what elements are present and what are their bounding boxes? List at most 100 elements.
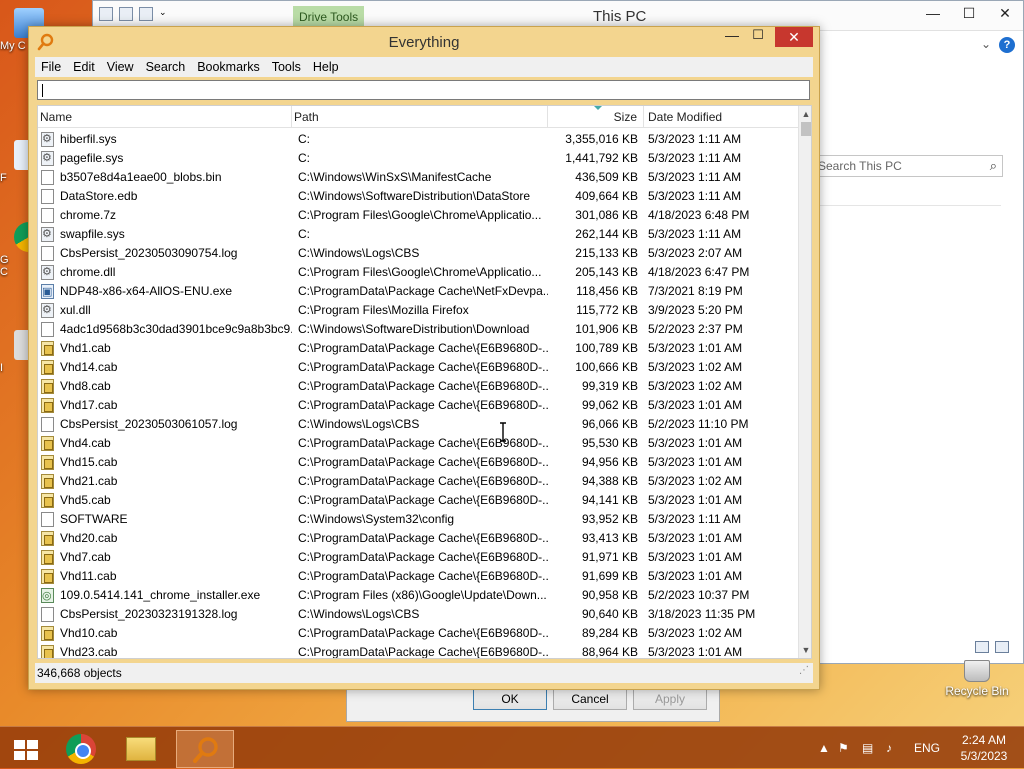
minimize-button[interactable]: — (719, 27, 745, 47)
taskbar-everything-button[interactable] (176, 730, 234, 768)
file-path-cell: C: (298, 151, 310, 165)
file-path-cell: C:\Windows\System32\config (298, 512, 455, 526)
apply-button[interactable]: Apply (633, 689, 707, 710)
table-row[interactable]: Vhd5.cab C:\ProgramData\Package Cache\{E6… (38, 491, 798, 510)
desktop-icon-label: G (0, 254, 9, 266)
large-icons-view-icon[interactable] (995, 641, 1009, 653)
clock-date[interactable]: 5/3/2023 (954, 749, 1014, 763)
file-name-cell: Vhd1.cab (60, 341, 111, 355)
date-modified-cell: 5/3/2023 1:02 AM (648, 626, 743, 640)
file-size-cell: 94,388 KB (581, 474, 638, 488)
properties-icon[interactable] (99, 7, 113, 21)
desktop-icon-recycle-bin[interactable]: Recycle Bin (942, 660, 1012, 698)
table-row[interactable]: Vhd1.cab C:\ProgramData\Package Cache\{E6… (38, 339, 798, 358)
chevron-down-icon[interactable]: ⌄ (981, 37, 991, 57)
file-size-cell: 215,133 KB (575, 246, 638, 260)
file-icon (41, 607, 54, 622)
chevron-down-icon[interactable]: ⌄ (159, 7, 173, 21)
table-row[interactable]: SOFTWARE C:\Windows\System32\config 93,952… (38, 510, 798, 529)
volume-icon[interactable]: ♪ (886, 741, 892, 755)
menu-tools[interactable]: Tools (266, 60, 307, 74)
table-row[interactable]: Vhd10.cab C:\ProgramData\Package Cache\{E… (38, 624, 798, 643)
table-row[interactable]: Vhd11.cab C:\ProgramData\Package Cache\{E… (38, 567, 798, 586)
date-modified-cell: 3/9/2023 5:20 PM (648, 303, 743, 317)
file-path-cell: C:\ProgramData\Package Cache\{E6B9680D-.… (298, 474, 548, 488)
table-row[interactable]: pagefile.sys C: 1,441,792 KB 5/3/2023 1:11 … (38, 149, 798, 168)
file-explorer-icon (126, 737, 156, 761)
taskbar-file-explorer-button[interactable] (112, 730, 170, 768)
table-row[interactable]: xul.dll C:\Program Files\Mozilla Firefox 1… (38, 301, 798, 320)
column-header-date-modified[interactable]: Date Modified (648, 106, 798, 128)
date-modified-cell: 5/2/2023 2:37 PM (648, 322, 743, 336)
new-folder-icon[interactable] (139, 7, 153, 21)
file-size-cell: 99,319 KB (581, 379, 638, 393)
column-header-path[interactable]: Path (294, 106, 548, 128)
file-size-cell: 99,062 KB (581, 398, 638, 412)
scroll-down-icon[interactable]: ▼ (799, 642, 811, 658)
date-modified-cell: 5/3/2023 1:11 AM (648, 227, 742, 241)
menu-file[interactable]: File (35, 60, 67, 74)
language-indicator[interactable]: ENG (914, 741, 940, 755)
checkbox-icon[interactable] (119, 7, 133, 21)
table-row[interactable]: DataStore.edb C:\Windows\SoftwareDistribu… (38, 187, 798, 206)
file-size-cell: 91,699 KB (581, 569, 638, 583)
clock-time[interactable]: 2:24 AM (954, 733, 1014, 747)
table-row[interactable]: Vhd14.cab C:\ProgramData\Package Cache\{E… (38, 358, 798, 377)
menu-bookmarks[interactable]: Bookmarks (191, 60, 266, 74)
menu-search[interactable]: Search (140, 60, 192, 74)
table-row[interactable]: NDP48-x86-x64-AllOS-ENU.exe C:\ProgramDat… (38, 282, 798, 302)
date-modified-cell: 5/3/2023 1:02 AM (648, 474, 743, 488)
table-row[interactable]: Vhd17.cab C:\ProgramData\Package Cache\{E… (38, 396, 798, 415)
close-button[interactable]: ✕ (775, 27, 813, 47)
help-icon[interactable]: ? (999, 37, 1015, 53)
scrollbar-thumb[interactable] (801, 122, 811, 136)
action-center-icon[interactable]: ⚑ (838, 741, 849, 755)
column-header-name[interactable]: Name (40, 106, 292, 128)
file-size-cell: 93,952 KB (581, 512, 638, 526)
file-path-cell: C:\Windows\Logs\CBS (298, 607, 420, 621)
maximize-button[interactable]: ☐ (745, 27, 771, 47)
start-button[interactable] (4, 730, 44, 768)
table-row[interactable]: CbsPersist_20230503090754.log C:\Windows\… (38, 244, 798, 263)
search-input[interactable]: Search This PC ⌕ (811, 155, 1003, 177)
search-input[interactable] (37, 80, 810, 100)
date-modified-cell: 4/18/2023 6:48 PM (648, 208, 750, 222)
table-row[interactable]: Vhd23.cab C:\ProgramData\Package Cache\{E… (38, 643, 798, 658)
maximize-button[interactable]: ☐ (951, 1, 987, 25)
table-row[interactable]: chrome.7z C:\Program Files\Google\Chrome\… (38, 206, 798, 225)
table-row[interactable]: swapfile.sys C: 262,144 KB 5/3/2023 1:11 AM (38, 225, 798, 244)
menu-edit[interactable]: Edit (67, 60, 101, 74)
cancel-button[interactable]: Cancel (553, 689, 627, 710)
table-row[interactable]: CbsPersist_20230323191328.log C:\Windows\… (38, 605, 798, 624)
scroll-up-icon[interactable]: ▲ (799, 106, 811, 122)
table-row[interactable]: 4adc1d9568b3c30dad3901bce9c9a8b3bc9... C:… (38, 320, 798, 339)
results-rows: hiberfil.sys C: 3,355,016 KB 5/3/2023 1:11 … (38, 130, 798, 658)
table-row[interactable]: Vhd8.cab C:\ProgramData\Package Cache\{E6… (38, 377, 798, 396)
details-view-icon[interactable] (975, 641, 989, 653)
table-row[interactable]: hiberfil.sys C: 3,355,016 KB 5/3/2023 1:11 … (38, 130, 798, 149)
table-row[interactable]: chrome.dll C:\Program Files\Google\Chrome… (38, 263, 798, 282)
table-row[interactable]: Vhd7.cab C:\ProgramData\Package Cache\{E6… (38, 548, 798, 567)
minimize-button[interactable]: — (915, 1, 951, 25)
menu-view[interactable]: View (101, 60, 140, 74)
table-row[interactable]: Vhd4.cab C:\ProgramData\Package Cache\{E6… (38, 434, 798, 453)
ok-button[interactable]: OK (473, 689, 547, 710)
table-row[interactable]: Vhd21.cab C:\ProgramData\Package Cache\{E… (38, 472, 798, 491)
everything-titlebar[interactable]: Everything — ☐ ✕ (29, 27, 819, 57)
chrome-icon (66, 734, 96, 764)
table-row[interactable]: b3507e8d4a1eae00_blobs.bin C:\Windows\Win… (38, 168, 798, 187)
close-button[interactable]: ✕ (987, 1, 1023, 25)
drive-tools-tab[interactable]: Drive Tools (293, 6, 365, 28)
table-row[interactable]: CbsPersist_20230503061057.log C:\Windows\… (38, 415, 798, 434)
cab-icon (41, 626, 54, 641)
menu-help[interactable]: Help (307, 60, 345, 74)
vertical-scrollbar[interactable]: ▲ ▼ (798, 106, 811, 658)
table-row[interactable]: 109.0.5414.141_chrome_installer.exe C:\Pr… (38, 586, 798, 606)
taskbar-chrome-button[interactable] (52, 730, 110, 768)
table-row[interactable]: Vhd20.cab C:\ProgramData\Package Cache\{E… (38, 529, 798, 548)
table-row[interactable]: Vhd15.cab C:\ProgramData\Package Cache\{E… (38, 453, 798, 472)
resize-grip-icon[interactable]: ⋰ (799, 661, 809, 681)
network-icon[interactable]: ▤ (862, 741, 873, 755)
show-hidden-icons-icon[interactable]: ▲ (818, 741, 830, 755)
column-header-size[interactable]: Size (548, 106, 644, 128)
